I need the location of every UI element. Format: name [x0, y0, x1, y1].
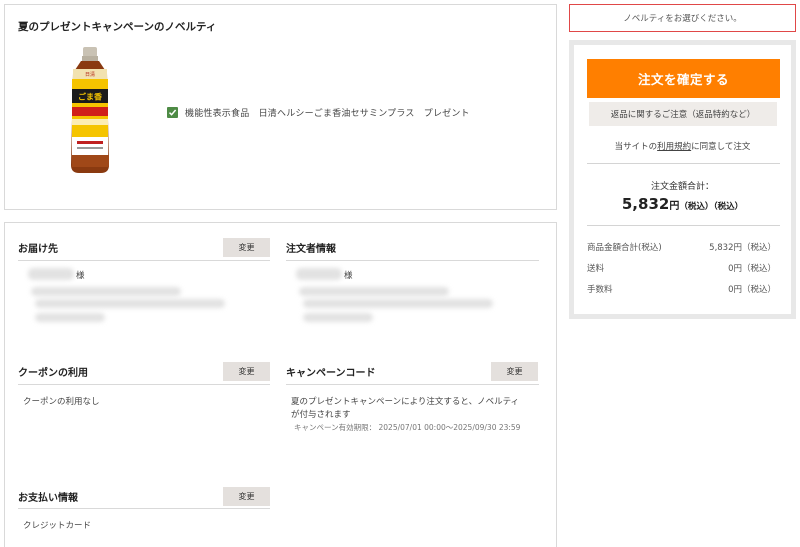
breakdown-label: 送料 [587, 264, 605, 274]
shipping-change-button[interactable]: 変更 [223, 238, 270, 257]
blurred-address-line [31, 287, 181, 296]
summary-divider [587, 163, 780, 164]
terms-link[interactable]: 利用規約 [657, 142, 691, 152]
breakdown-label: 手数料 [587, 285, 613, 295]
campaign-change-button[interactable]: 変更 [491, 362, 538, 381]
blurred-recipient-name [28, 268, 74, 280]
coupon-change-button[interactable]: 変更 [223, 362, 270, 381]
campaign-text-line1: 夏のプレゼントキャンペーンにより注文すると、ノベルティ [291, 397, 520, 407]
campaign-title: キャンペーンコード [286, 368, 376, 379]
blurred-address-line [299, 287, 449, 296]
campaign-divider [286, 384, 539, 385]
orderer-divider [286, 260, 539, 261]
campaign-period: キャンペーン有効期限： 2025/07/01 00:00～2025/09/30 … [294, 423, 521, 432]
coupon-title: クーポンの利用 [18, 368, 88, 379]
coupon-value: クーポンの利用なし [23, 397, 100, 407]
breakdown-label: 商品金額合計(税込) [587, 243, 662, 253]
total-yen: 円 [669, 201, 680, 212]
confirm-order-button[interactable]: 注文を確定する [587, 59, 780, 98]
blurred-phone-line [35, 313, 105, 322]
breakdown-value: 0円（税込） [728, 285, 776, 295]
blurred-address-line [303, 299, 493, 308]
total-amount-row: 5,832円（税込）（税込） [574, 195, 791, 213]
blurred-address-line [35, 299, 225, 308]
payment-title: お支払い情報 [18, 493, 78, 504]
total-tax-note: （税込） [679, 202, 714, 212]
orderer-title: 注文者情報 [286, 244, 336, 255]
total-label: 注文金額合計： [650, 182, 714, 192]
shipping-divider [18, 260, 270, 261]
novelty-option-label: 機能性表示食品 日清ヘルシーごま香油セサミンプラス プレゼント [185, 109, 470, 119]
total-amount: 5,832 [621, 195, 670, 213]
order-summary-inner: 注文を確定する 返品に関するご注意（返品特約など） 当サイトの利用規約に同意して… [574, 45, 791, 314]
novelty-title: 夏のプレゼントキャンペーンのノベルティ [18, 21, 217, 33]
terms-prefix: 当サイトの [614, 142, 658, 152]
terms-suffix: に同意して注文 [691, 142, 751, 152]
novelty-panel: 夏のプレゼントキャンペーンのノベルティ 日清 ごま香 機能性表示食品 日清ヘルシ… [4, 4, 557, 210]
novelty-checkbox[interactable] [167, 107, 178, 118]
breakdown-value: 5,832円（税込） [709, 243, 776, 253]
payment-change-button[interactable]: 変更 [223, 487, 270, 506]
orderer-honorific: 様 [344, 271, 353, 281]
total-tax-note: （税込） [713, 202, 744, 212]
terms-agreement: 当サイトの利用規約に同意して注文 [574, 140, 791, 152]
svg-text:日清: 日清 [85, 71, 95, 78]
blurred-phone-line [303, 313, 373, 322]
svg-text:ごま香: ごま香 [78, 92, 103, 102]
order-info-panel: お届け先 変更 様 注文者情報 様 クーポンの利用 変更 クーポンの利用なし キ… [4, 222, 557, 547]
payment-value: クレジットカード [23, 521, 92, 531]
novelty-alert: ノベルティをお選びください。 [569, 4, 796, 32]
coupon-divider [18, 384, 270, 385]
novelty-option[interactable]: 機能性表示食品 日清ヘルシーごま香油セサミンプラス プレゼント [167, 106, 470, 119]
shipping-title: お届け先 [18, 244, 58, 255]
check-icon [168, 109, 177, 116]
shipping-honorific: 様 [76, 271, 85, 281]
campaign-text-line2: が付与されます [291, 410, 351, 420]
blurred-orderer-name [296, 268, 342, 280]
payment-divider [18, 508, 270, 509]
summary-divider [587, 225, 780, 226]
order-summary-panel: 注文を確定する 返品に関するご注意（返品特約など） 当サイトの利用規約に同意して… [569, 40, 796, 319]
returns-notice-button[interactable]: 返品に関するご注意（返品特約など） [589, 102, 777, 126]
sesame-oil-bottle-image: 日清 ごま香 [71, 47, 109, 173]
breakdown-value: 0円（税込） [728, 264, 776, 274]
